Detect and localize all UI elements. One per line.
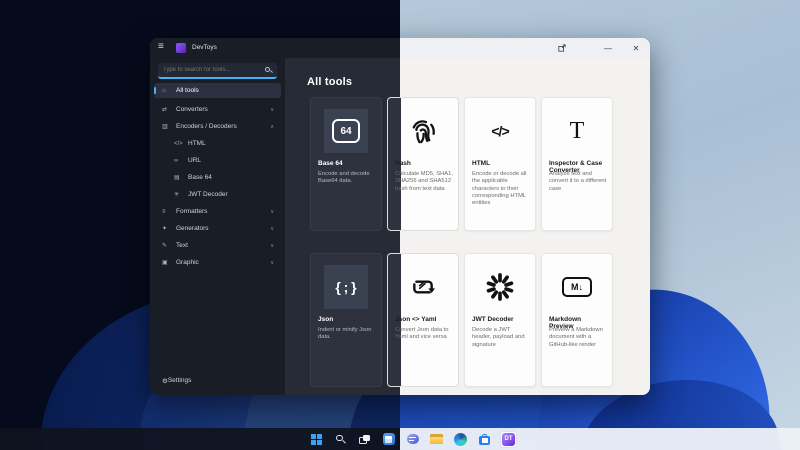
search-input[interactable] [163, 67, 265, 73]
file-explorer-icon[interactable] [428, 431, 445, 448]
chevron-down-icon[interactable]: ∨ [270, 260, 274, 266]
tool-card-markdown-preview[interactable]: M↓ Markdown Preview Preview a Markdown d… [541, 253, 613, 387]
start-button[interactable] [308, 431, 325, 448]
sidebar-item-jwt-decoder[interactable]: ✳ JWT Decoder [154, 187, 281, 202]
desktop: ≡ DevToys — ✕ ⌂ All tools ⇄ Converters ∨ [0, 0, 800, 450]
formatters-icon: ≡ [162, 208, 166, 215]
card-title: Json [318, 316, 334, 323]
hamburger-menu-icon[interactable]: ≡ [158, 41, 164, 52]
tool-card-html[interactable]: </> HTML Encode or decode all the applic… [464, 97, 536, 231]
jwt-burst-icon [478, 265, 522, 309]
sidebar-item-label: Graphic [176, 259, 199, 266]
compact-overlay-button[interactable] [548, 38, 576, 58]
graphic-icon: ▣ [162, 260, 168, 266]
sidebar-item-encoders-decoders[interactable]: ▥ Encoders / Decoders ∧ [154, 119, 281, 134]
chevron-down-icon[interactable]: ∨ [270, 209, 274, 215]
taskbar-search-icon[interactable] [332, 431, 349, 448]
microsoft-store-icon[interactable] [476, 431, 493, 448]
sidebar-item-label: Formatters [176, 208, 208, 215]
sidebar-item-label: Text [176, 242, 188, 249]
card-title: Json <> Yaml [395, 316, 437, 323]
devtoys-window: ≡ DevToys — ✕ ⌂ All tools ⇄ Converters ∨ [150, 38, 650, 395]
title-bar[interactable]: ≡ DevToys — ✕ [150, 38, 650, 58]
edge-browser-icon[interactable] [452, 431, 469, 448]
code-icon: </> [174, 140, 183, 147]
chevron-down-icon[interactable]: ∨ [270, 243, 274, 249]
base64-icon: 64 [324, 109, 368, 153]
letter-t-icon: T [569, 117, 585, 144]
sidebar-item-base64[interactable]: ▤ Base 64 [154, 170, 281, 185]
home-icon: ⌂ [162, 87, 166, 94]
card-description: Encode or decode all the applicable char… [472, 171, 527, 207]
card-description: Preview a Markdown document with a GitHu… [549, 327, 603, 348]
sidebar-item-formatters[interactable]: ≡ Formatters ∨ [154, 204, 281, 219]
convert-loop-icon [401, 265, 445, 309]
search-icon[interactable] [265, 66, 273, 74]
taskbar: DT ∧ ☁ ▭ 11:50 PM 1/19/2022 [0, 428, 800, 450]
base64-icon: ▤ [174, 175, 180, 181]
card-description: Encode and decode Base64 data. [318, 171, 370, 185]
markdown-icon: M↓ [555, 265, 599, 309]
task-view-icon[interactable] [356, 431, 373, 448]
tool-card-hash[interactable]: Hash Calculate MD5, SHA1, SHA256 and SHA… [387, 97, 459, 231]
teams-chat-icon[interactable] [404, 431, 421, 448]
settings-label: Settings [167, 377, 192, 384]
minimize-button[interactable]: — [594, 38, 622, 58]
main-content: All tools 64 Base 64 Encode and decode B… [285, 58, 650, 395]
sidebar-item-label: Generators [176, 225, 209, 232]
sidebar-item-label: All tools [176, 87, 199, 94]
sidebar-item-label: Encoders / Decoders [176, 123, 237, 130]
devtoys-app-icon [176, 43, 186, 53]
gear-icon: ✳ [174, 192, 180, 198]
sidebar-item-converters[interactable]: ⇄ Converters ∨ [154, 102, 281, 117]
sidebar-item-label: Base 64 [188, 174, 212, 181]
card-description: Indent or minify Json data. [318, 327, 372, 341]
sidebar-item-generators[interactable]: ✦ Generators ∨ [154, 221, 281, 236]
tool-card-base64[interactable]: 64 Base 64 Encode and decode Base64 data… [310, 97, 382, 231]
code-icon: </> [491, 123, 509, 139]
text-icon: ✎ [162, 243, 168, 249]
chevron-down-icon[interactable]: ∨ [270, 226, 274, 232]
devtoys-taskbar-icon[interactable]: DT [500, 430, 517, 448]
sidebar: ⌂ All tools ⇄ Converters ∨ ▥ Encoders / … [150, 58, 285, 395]
sidebar-item-all-tools[interactable]: ⌂ All tools [154, 83, 281, 98]
page-title: All tools [307, 76, 353, 88]
json-braces-icon: { ; } [324, 265, 368, 309]
tool-card-jwt-decoder[interactable]: JWT Decoder Decode a JWT header, payload… [464, 253, 536, 387]
close-button[interactable]: ✕ [622, 38, 650, 58]
card-description: Analyze text and convert it to a differe… [549, 171, 607, 192]
sidebar-item-graphic[interactable]: ▣ Graphic ∨ [154, 255, 281, 270]
widgets-icon[interactable] [380, 431, 397, 448]
sidebar-item-text[interactable]: ✎ Text ∨ [154, 238, 281, 253]
fingerprint-icon [401, 109, 445, 153]
generators-icon: ✦ [162, 226, 168, 232]
tool-search-box[interactable] [158, 63, 277, 79]
tool-card-json[interactable]: { ; } Json Indent or minify Json data. [310, 253, 382, 387]
chevron-up-icon[interactable]: ∧ [270, 124, 274, 130]
sidebar-item-settings[interactable]: ⚙ Settings [154, 373, 281, 388]
encoders-icon: ▥ [162, 124, 168, 130]
chevron-down-icon[interactable]: ∨ [270, 107, 274, 113]
card-description: Convert Json data to Yaml and vice versa [395, 327, 449, 341]
link-icon: ∞ [174, 157, 179, 164]
sidebar-item-label: HTML [188, 140, 206, 147]
tool-card-json-yaml[interactable]: Json <> Yaml Convert Json data to Yaml a… [387, 253, 459, 387]
sidebar-item-label: JWT Decoder [188, 191, 228, 198]
sidebar-item-url[interactable]: ∞ URL [154, 153, 281, 168]
sidebar-item-html[interactable]: </> HTML [154, 136, 281, 151]
card-title: Base 64 [318, 160, 343, 167]
sidebar-item-label: Converters [176, 106, 208, 113]
converters-icon: ⇄ [162, 107, 168, 113]
window-title: DevToys [192, 44, 217, 51]
card-title: Hash [395, 160, 411, 167]
tool-card-inspector-case-converter[interactable]: T Inspector & Case Converter Analyze tex… [541, 97, 613, 231]
card-description: Decode a JWT header, payload and signatu… [472, 327, 525, 348]
card-title: HTML [472, 160, 491, 167]
sidebar-item-label: URL [188, 157, 202, 164]
card-title: JWT Decoder [472, 316, 514, 323]
taskbar-icons: DT [308, 430, 517, 448]
card-description: Calculate MD5, SHA1, SHA256 and SHA512 h… [395, 171, 453, 192]
